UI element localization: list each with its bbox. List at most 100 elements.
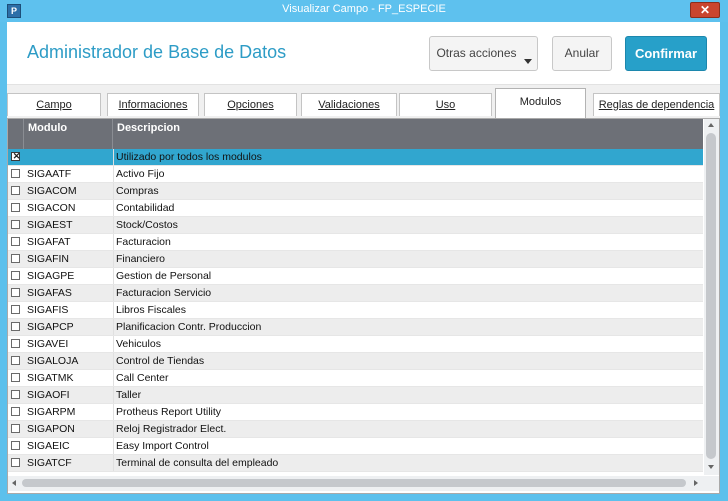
table-row[interactable]: SIGAFAT Facturacion (8, 234, 703, 251)
table-row[interactable]: SIGARPM Protheus Report Utility (8, 404, 703, 421)
cell-descripcion: Terminal de consulta del empleado (116, 457, 279, 469)
horizontal-scrollbar[interactable] (8, 476, 704, 491)
row-checkbox[interactable] (11, 322, 20, 331)
table-row[interactable]: SIGATCF Terminal de consulta del empleado (8, 455, 703, 472)
row-checkbox[interactable] (11, 254, 20, 263)
row-header-corner (8, 119, 24, 149)
dropdown-arrow-icon (524, 59, 532, 64)
scroll-left-icon[interactable] (12, 480, 16, 486)
tab-modulos[interactable]: Modulos (495, 88, 586, 118)
row-checkbox[interactable] (11, 458, 20, 467)
vertical-scroll-thumb[interactable] (706, 133, 716, 459)
row-checkbox[interactable] (11, 305, 20, 314)
row-checkbox[interactable] (11, 407, 20, 416)
row-checkbox[interactable]: ✕ (11, 151, 21, 161)
title-bar[interactable]: P Visualizar Campo - FP_ESPECIE ✕ (0, 0, 728, 22)
cell-modulo: SIGAFAT (27, 236, 71, 248)
page-title: Administrador de Base de Datos (27, 42, 287, 62)
tab-opciones[interactable]: Opciones (204, 93, 297, 116)
column-divider (113, 387, 114, 403)
cell-descripcion: Planificacion Contr. Produccion (116, 321, 262, 333)
cell-descripcion: Stock/Costos (116, 219, 178, 231)
row-checkbox[interactable] (11, 220, 20, 229)
row-checkbox[interactable] (11, 441, 20, 450)
modules-grid: Modulo Descripcion ✕ Utilizado por todos … (7, 118, 720, 494)
row-checkbox[interactable] (11, 339, 20, 348)
table-row[interactable]: SIGALOJA Control de Tiendas (8, 353, 703, 370)
cell-descripcion: Taller (116, 389, 142, 401)
column-divider (113, 285, 114, 301)
table-row[interactable]: SIGAFAS Facturacion Servicio (8, 285, 703, 302)
row-checkbox[interactable] (11, 373, 20, 382)
row-checkbox[interactable] (11, 356, 20, 365)
scroll-down-icon[interactable] (708, 465, 714, 469)
row-checkbox[interactable] (11, 237, 20, 246)
column-header-descripcion[interactable]: Descripcion (113, 119, 703, 149)
cell-modulo: SIGACOM (27, 185, 77, 197)
table-row[interactable]: SIGAEIC Easy Import Control (8, 438, 703, 455)
row-checkbox[interactable] (11, 169, 20, 178)
row-checkbox[interactable] (11, 186, 20, 195)
column-divider (113, 438, 114, 454)
tab-uso[interactable]: Uso (399, 93, 492, 116)
cell-descripcion: Call Center (116, 372, 169, 384)
table-row[interactable]: SIGAATF Activo Fijo (8, 166, 703, 183)
cell-descripcion: Easy Import Control (116, 440, 209, 452)
cell-modulo: SIGAVEI (27, 338, 69, 350)
anular-button[interactable]: Anular (552, 36, 612, 71)
table-row[interactable]: SIGAVEI Vehiculos (8, 336, 703, 353)
cell-descripcion: Financiero (116, 253, 166, 265)
table-row[interactable]: SIGAPON Reloj Registrador Elect. (8, 421, 703, 438)
vertical-scrollbar[interactable] (704, 119, 719, 475)
cell-descripcion: Reloj Registrador Elect. (116, 423, 227, 435)
tab-reglas-de-dependencia[interactable]: Reglas de dependencia (593, 93, 720, 116)
row-checkbox[interactable] (11, 271, 20, 280)
table-row[interactable]: SIGAEST Stock/Costos (8, 217, 703, 234)
otras-acciones-button[interactable]: Otras acciones (429, 36, 538, 71)
cell-descripcion: Vehiculos (116, 338, 161, 350)
row-checkbox[interactable] (11, 390, 20, 399)
table-row[interactable]: SIGAFIS Libros Fiscales (8, 302, 703, 319)
window-title: Visualizar Campo - FP_ESPECIE (282, 3, 446, 15)
checkmark-icon: ✕ (12, 151, 21, 161)
row-checkbox[interactable] (11, 424, 20, 433)
column-divider (113, 302, 114, 318)
scroll-up-icon[interactable] (708, 123, 714, 127)
cell-descripcion: Utilizado por todos los modulos (116, 151, 262, 163)
tab-informaciones[interactable]: Informaciones (107, 93, 199, 116)
cell-modulo: SIGAEST (27, 219, 73, 231)
table-row[interactable]: ✕ Utilizado por todos los modulos (8, 149, 703, 166)
confirmar-button[interactable]: Confirmar (625, 36, 707, 71)
table-row[interactable]: SIGACON Contabilidad (8, 200, 703, 217)
tab-validaciones[interactable]: Validaciones (301, 93, 397, 116)
cell-modulo: SIGAFIS (27, 304, 69, 316)
cell-modulo: SIGAPCP (27, 321, 74, 333)
table-row[interactable]: SIGAFIN Financiero (8, 251, 703, 268)
column-divider (113, 353, 114, 369)
cell-modulo: SIGALOJA (27, 355, 79, 367)
row-checkbox[interactable] (11, 288, 20, 297)
table-row[interactable]: SIGAPCP Planificacion Contr. Produccion (8, 319, 703, 336)
table-row[interactable]: SIGATMK Call Center (8, 370, 703, 387)
column-header-modulo[interactable]: Modulo (24, 119, 113, 149)
window-frame: P Visualizar Campo - FP_ESPECIE ✕ Admini… (0, 0, 728, 501)
column-divider (113, 166, 114, 182)
close-button[interactable]: ✕ (690, 2, 720, 18)
horizontal-scroll-thumb[interactable] (22, 479, 686, 487)
cell-descripcion: Facturacion Servicio (116, 287, 212, 299)
row-checkbox[interactable] (11, 203, 20, 212)
table-row[interactable]: SIGAOFI Taller (8, 387, 703, 404)
cell-modulo: SIGAGPE (27, 270, 75, 282)
scroll-right-icon[interactable] (694, 480, 698, 486)
column-divider (113, 149, 114, 165)
cell-modulo: SIGARPM (27, 406, 76, 418)
cell-modulo: SIGAOFI (27, 389, 70, 401)
close-icon: ✕ (699, 3, 711, 17)
cell-descripcion: Contabilidad (116, 202, 175, 214)
cell-modulo: SIGATCF (27, 457, 72, 469)
table-row[interactable]: SIGACOM Compras (8, 183, 703, 200)
table-row[interactable]: SIGAGPE Gestion de Personal (8, 268, 703, 285)
tab-campo[interactable]: Campo (7, 93, 101, 116)
cell-modulo: SIGAFAS (27, 287, 72, 299)
cell-descripcion: Control de Tiendas (116, 355, 205, 367)
